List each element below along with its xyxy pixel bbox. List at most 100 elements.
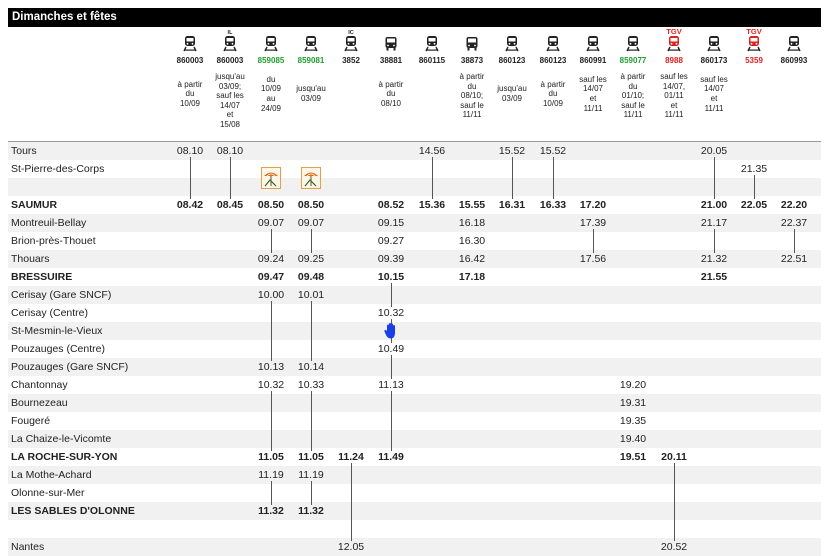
departure-time: 09.39 [377, 253, 405, 265]
departure-time: 08.50 [297, 199, 325, 211]
pass-through-line [271, 229, 272, 253]
departure-time: 19.31 [619, 397, 647, 409]
row-stripe [8, 358, 821, 376]
station-name: Bournezeau [11, 397, 68, 409]
train-icon [706, 35, 722, 52]
pass-through-line [553, 157, 554, 199]
station-name: Pouzauges (Gare SNCF) [11, 361, 129, 373]
pass-through-line [432, 157, 433, 199]
train-icon [343, 35, 359, 52]
departure-time: 19.35 [619, 415, 647, 427]
departure-time: 19.40 [619, 433, 647, 445]
train-icon [625, 35, 641, 52]
station-name: Pouzauges (Centre) [11, 343, 105, 355]
pass-through-line [311, 301, 312, 361]
departure-time: 17.20 [579, 199, 607, 211]
train-icon [545, 35, 561, 52]
pass-through-line [714, 229, 715, 253]
train-validity-note: à partir du 08/10 [378, 79, 404, 108]
station-name: Fougeré [11, 415, 51, 427]
pass-through-line [391, 355, 392, 379]
pass-through-line [714, 157, 715, 199]
station-name: Cerisay (Gare SNCF) [11, 289, 112, 301]
row-stripe [8, 178, 821, 196]
pass-through-line [674, 463, 675, 541]
pass-through-line [311, 481, 312, 505]
train-icon [182, 35, 198, 52]
row-stripe [8, 394, 821, 412]
pass-through-line [190, 157, 191, 199]
train-number: 860991 [579, 56, 607, 65]
departure-time: 22.20 [780, 199, 808, 211]
timetable-page: Dimanches et fêtes 860003 à partir du 10/09… [0, 0, 830, 556]
station-name: SAUMUR [11, 199, 58, 211]
train-icon [424, 35, 440, 52]
station-name: Olonne-sur-Mer [11, 487, 85, 499]
row-stripe [8, 286, 821, 304]
row-stripe [8, 322, 821, 340]
request-stop-hand-icon [383, 322, 399, 340]
train-icon [222, 35, 238, 52]
train-number: 860003 [216, 56, 244, 65]
station-name: La Chaize-le-Vicomte [11, 433, 112, 445]
train-validity-note: sauf les 14/07, 01/11 et 11/11 [660, 72, 688, 120]
station-name: Chantonnay [11, 379, 68, 391]
train-number: 860123 [539, 56, 567, 65]
train-number: 859081 [297, 56, 325, 65]
beach-umbrella-icon [261, 167, 281, 189]
row-stripe [8, 466, 821, 484]
train-number: 3852 [342, 56, 360, 65]
station-name: Brion-près-Thouet [11, 235, 96, 247]
pass-through-line [391, 283, 392, 307]
train-icon [263, 35, 279, 52]
row-stripe [8, 430, 821, 448]
train-validity-note: jusqu'au 03/09 [296, 84, 326, 103]
pass-through-line [271, 301, 272, 361]
train-number: 5359 [745, 56, 763, 65]
train-number: 860115 [418, 56, 446, 65]
pass-through-line [754, 175, 755, 199]
train-icon [303, 35, 319, 52]
train-number: 860123 [498, 56, 526, 65]
train-number: 860003 [176, 56, 204, 65]
pass-through-line [311, 229, 312, 253]
pass-through-line [230, 157, 231, 199]
train-icon [786, 35, 802, 52]
station-name: LA ROCHE-SUR-YON [11, 451, 118, 463]
bus-icon [464, 35, 480, 52]
train-validity-note: sauf les 14/07 et 11/11 [700, 74, 728, 113]
train-validity-note: sauf les 14/07 et 11/11 [579, 74, 607, 113]
train-validity-note: jusqu'au 03/09 [497, 84, 527, 103]
train-number: 859085 [257, 56, 285, 65]
beach-umbrella-icon [301, 167, 321, 189]
departure-time: 08.50 [257, 199, 285, 211]
station-name: Cerisay (Centre) [11, 307, 89, 319]
tgv-icon [746, 35, 762, 52]
train-validity-note: jusqu'au 03/09; sauf les 14/07 et 15/08 [215, 72, 245, 129]
station-name: BRESSUIRE [11, 271, 73, 283]
train-icon [585, 35, 601, 52]
pass-through-line [593, 229, 594, 253]
station-name: Tours [11, 145, 37, 157]
train-number: 860173 [700, 56, 728, 65]
pass-through-line [512, 157, 513, 199]
bus-icon [383, 35, 399, 52]
station-name: LES SABLES D'OLONNE [11, 505, 135, 517]
train-validity-note: à partir du 10/09 [177, 79, 203, 108]
train-number: 859077 [619, 56, 647, 65]
departure-time: 17.18 [458, 271, 486, 283]
pass-through-line [351, 463, 352, 541]
departure-time: 08.52 [377, 199, 405, 211]
train-validity-note: à partir du 01/10; sauf le 11/11 [620, 72, 646, 120]
pass-through-line [271, 391, 272, 451]
station-name: La Mothe-Achard [11, 469, 92, 481]
departure-time: 09.15 [377, 217, 405, 229]
departure-time: 09.47 [257, 271, 285, 283]
station-name: St-Mesmin-le-Vieux [11, 325, 103, 337]
departure-time: 21.55 [700, 271, 728, 283]
station-name: Montreuil-Bellay [11, 217, 87, 229]
tgv-icon [666, 35, 682, 52]
pass-through-line [794, 229, 795, 253]
station-name: St-Pierre-des-Corps [11, 163, 105, 175]
train-number: 38873 [460, 56, 484, 65]
